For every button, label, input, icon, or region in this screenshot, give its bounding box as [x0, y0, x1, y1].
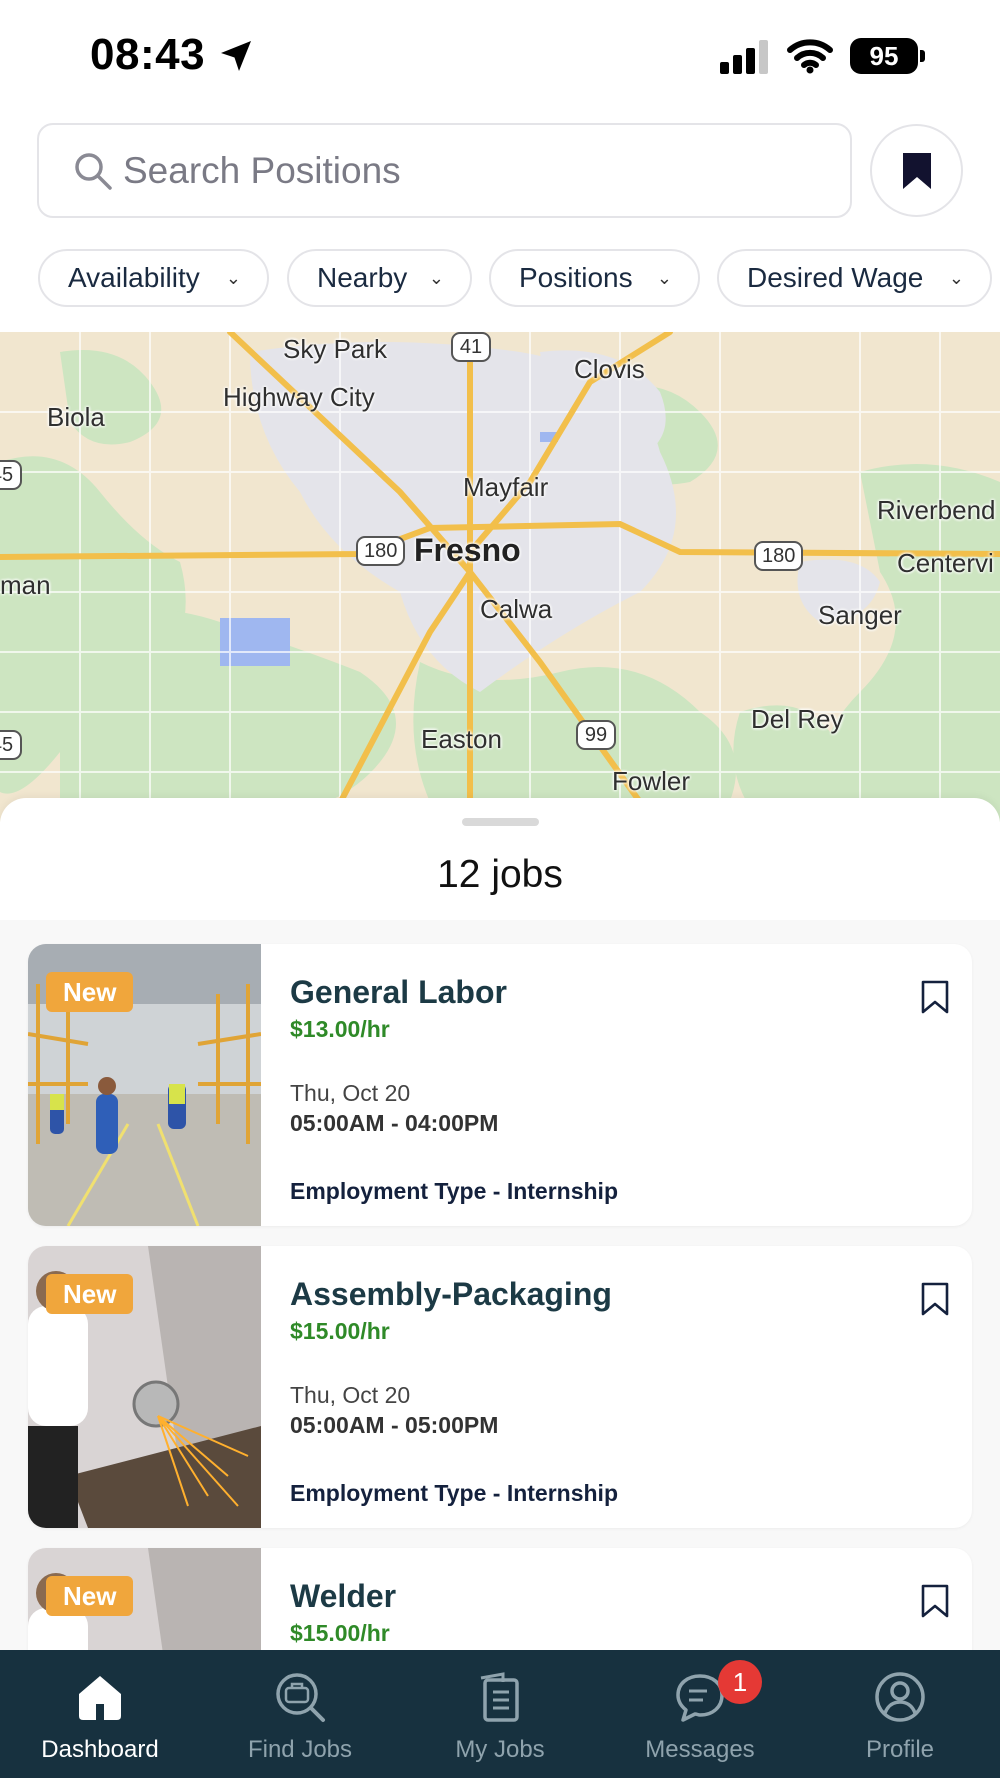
job-title: Assembly-Packaging: [290, 1276, 612, 1312]
wifi-icon: [787, 39, 833, 74]
map-place-label: Biola: [47, 402, 105, 432]
nav-my-jobs[interactable]: My Jobs: [400, 1650, 600, 1778]
bottom-navigation: Dashboard Find Jobs My Jobs 1 Messages P…: [0, 1650, 1000, 1778]
filter-label: Availability: [68, 262, 200, 293]
map-place-label: Clovis: [574, 354, 645, 384]
route-shield: 99: [576, 720, 616, 750]
new-badge: New: [46, 972, 134, 1012]
job-time: 05:00AM - 04:00PM: [290, 1110, 499, 1136]
nav-dashboard[interactable]: Dashboard: [0, 1650, 200, 1778]
jobs-count: 12 jobs: [437, 853, 563, 896]
route-shield: 180: [356, 536, 406, 566]
map-place-label: Sanger: [818, 600, 902, 630]
sheet-drag-handle[interactable]: [462, 818, 539, 826]
dashboard-screen: 08:43 95 Search Positions Availability ⌄…: [0, 0, 1000, 1778]
filter-positions[interactable]: Positions ⌄: [489, 249, 700, 307]
filter-desired-wage[interactable]: Desired Wage ⌄: [717, 249, 992, 307]
location-arrow-icon: [221, 41, 251, 71]
results-sheet: 12 jobs New General Labor $13.00/hr Thu,…: [0, 798, 1000, 1778]
job-wage: $13.00/hr: [290, 1016, 390, 1042]
saved-jobs-button[interactable]: [870, 124, 963, 217]
nav-messages[interactable]: 1 Messages: [600, 1650, 800, 1778]
battery-level: 95: [850, 38, 918, 74]
chevron-down-icon: ⌄: [225, 268, 241, 288]
status-bar: 08:43 95: [0, 0, 1000, 110]
job-date: Thu, Oct 20: [290, 1080, 411, 1106]
search-input[interactable]: [123, 143, 823, 199]
route-shield: 45: [0, 460, 22, 490]
chevron-down-icon: ⌄: [428, 268, 444, 288]
new-badge: New: [46, 1576, 134, 1616]
map-place-label: man: [0, 570, 51, 600]
bookmark-icon[interactable]: [920, 1282, 950, 1316]
filter-bar: Availability ⌄ Nearby ⌄ Positions ⌄ Desi…: [38, 249, 1000, 307]
job-employment-type: Employment Type - Internship: [290, 1178, 618, 1204]
nav-label: Dashboard: [41, 1736, 159, 1763]
status-time: 08:43: [90, 30, 206, 79]
nav-label: Messages: [645, 1736, 755, 1763]
job-time: 05:00AM - 05:00PM: [290, 1412, 499, 1438]
briefcase-search-icon: [276, 1673, 325, 1722]
search-bar[interactable]: [37, 123, 852, 218]
notification-badge: 1: [718, 1660, 762, 1704]
bookmark-filled-icon: [903, 153, 931, 189]
route-shield: 41: [451, 332, 491, 362]
route-shield: 45: [0, 730, 22, 760]
job-card[interactable]: New Assembly-Packaging $15.00/hr Thu, Oc…: [28, 1246, 972, 1528]
new-badge: New: [46, 1274, 134, 1314]
chevron-down-icon: ⌄: [656, 268, 672, 288]
filter-label: Nearby: [317, 262, 408, 293]
job-list: New General Labor $13.00/hr Thu, Oct 20 …: [0, 920, 1000, 1778]
nav-label: My Jobs: [455, 1736, 545, 1763]
filter-label: Positions: [519, 262, 633, 293]
job-employment-type: Employment Type - Internship: [290, 1480, 618, 1506]
route-shield: 180: [754, 541, 804, 571]
jobs-map[interactable]: Sky Park Clovis Highway City Biola Mayfa…: [0, 332, 1000, 822]
filter-availability[interactable]: Availability ⌄: [38, 249, 269, 307]
job-title: General Labor: [290, 974, 507, 1010]
map-place-label: Calwa: [480, 594, 553, 624]
chevron-down-icon: ⌄: [948, 268, 964, 288]
map-place-label: Highway City: [223, 382, 375, 412]
nav-label: Profile: [865, 1736, 935, 1763]
bookmark-icon[interactable]: [920, 1584, 950, 1618]
map-place-label: Sky Park: [283, 334, 388, 364]
home-icon: [79, 1676, 121, 1720]
map-place-label: Mayfair: [463, 472, 549, 502]
search-icon: [75, 153, 112, 190]
map-place-label: Riverbend: [877, 495, 996, 525]
profile-icon: [875, 1672, 925, 1722]
documents-icon: [480, 1672, 519, 1722]
bookmark-icon[interactable]: [920, 980, 950, 1014]
job-wage: $15.00/hr: [290, 1318, 390, 1344]
job-title: Welder: [290, 1578, 397, 1614]
filter-label: Desired Wage: [747, 262, 924, 293]
nav-profile[interactable]: Profile: [800, 1650, 1000, 1778]
filter-nearby[interactable]: Nearby ⌄: [287, 249, 472, 307]
nav-label: Find Jobs: [247, 1736, 353, 1763]
map-place-label: Del Rey: [751, 704, 844, 734]
battery-icon: 95: [850, 38, 926, 74]
job-wage: $15.00/hr: [290, 1620, 390, 1646]
map-place-label: Easton: [421, 724, 502, 754]
map-place-label: Fresno: [414, 532, 521, 568]
map-place-label: Fowler: [612, 766, 691, 796]
job-date: Thu, Oct 20: [290, 1382, 411, 1408]
nav-find-jobs[interactable]: Find Jobs: [200, 1650, 400, 1778]
cellular-signal-icon: [720, 40, 768, 74]
job-card[interactable]: New General Labor $13.00/hr Thu, Oct 20 …: [28, 944, 972, 1226]
map-place-label: Centervi: [897, 548, 994, 578]
